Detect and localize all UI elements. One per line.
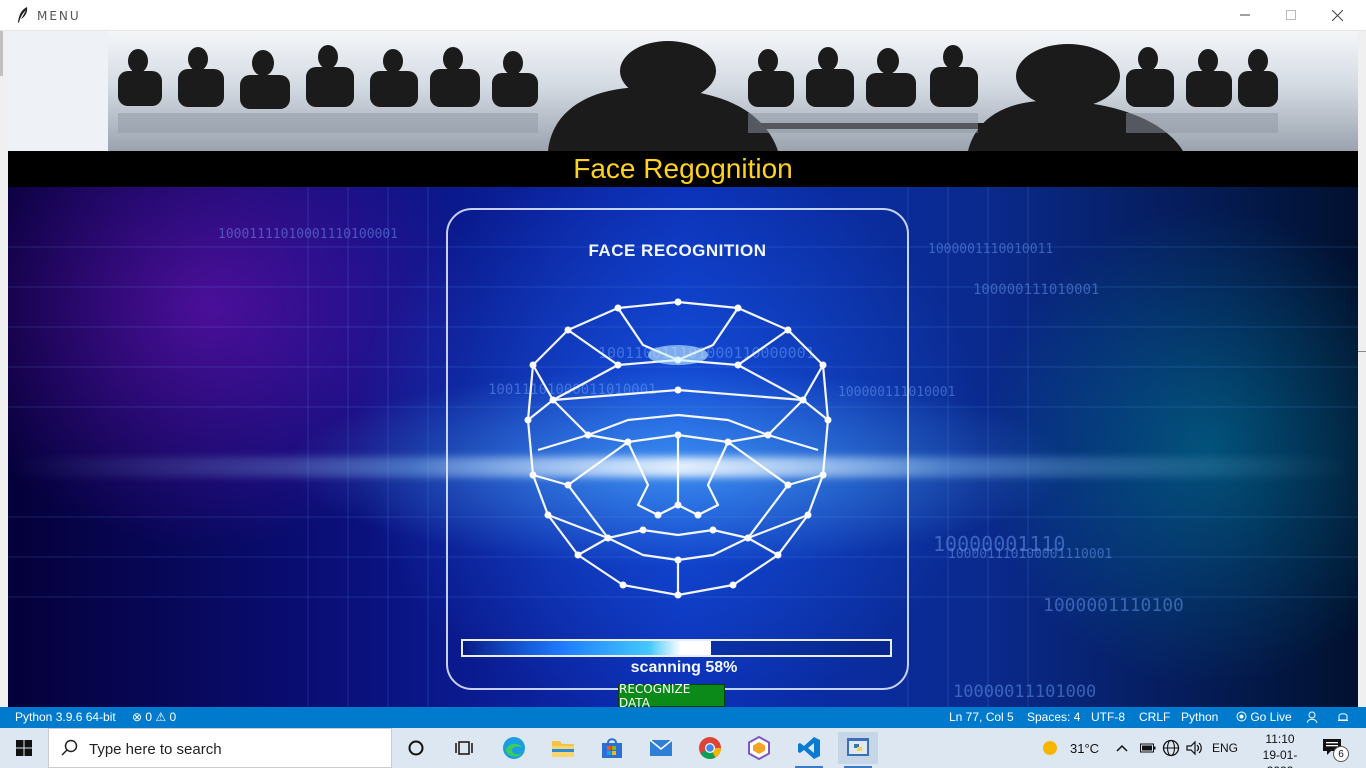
window-titlebar[interactable]: MENU	[0, 0, 1366, 31]
face-scan-background: 10001111010001110100001 1000001110010011…	[8, 187, 1358, 707]
weather-sun-icon	[1043, 741, 1057, 755]
chrome-icon[interactable]	[690, 732, 730, 764]
clock-time: 11:10	[1265, 732, 1295, 746]
weather-temperature: 31°C	[1070, 740, 1100, 756]
cursor-position[interactable]: Ln 77, Col 5	[949, 710, 1014, 724]
accounts-icon[interactable]	[1306, 711, 1320, 726]
minimize-button[interactable]	[1222, 0, 1268, 30]
file-explorer-icon[interactable]	[543, 732, 583, 764]
go-live-label: Go Live	[1250, 710, 1292, 724]
business-people-banner-image	[8, 31, 1358, 151]
search-icon	[61, 739, 78, 756]
language-mode[interactable]: Python	[1181, 710, 1218, 724]
weather-widget[interactable]: 31°C	[1040, 728, 1099, 768]
right-border	[1358, 31, 1366, 707]
panel-title: FACE RECOGNITION	[588, 241, 767, 260]
search-placeholder: Type here to search	[89, 741, 222, 758]
store-icon[interactable]	[592, 732, 632, 764]
binary-text: 10000011101000	[953, 682, 1097, 702]
maximize-icon	[1286, 10, 1296, 20]
taskbar-search-box[interactable]: Type here to search	[48, 728, 392, 768]
windows-taskbar: Type here to search 31°C ENG 11:10 19-01…	[0, 728, 1366, 768]
editor-statusbar: Python 3.9.6 64-bit ⊗ 0 ⚠ 0 Ln 77, Col 5…	[0, 707, 1366, 728]
edge-icon[interactable]	[494, 732, 534, 764]
mail-icon[interactable]	[641, 732, 681, 764]
scan-progress-bar	[461, 639, 892, 657]
show-hidden-icons-button[interactable]	[1116, 728, 1128, 768]
notifications-bell-icon[interactable]	[1337, 711, 1349, 726]
window-title: MENU	[37, 9, 81, 23]
chevron-up-icon	[1116, 744, 1128, 752]
binary-text: 1000001110100	[1043, 595, 1184, 616]
screen: MENU Face Regognition 100011110100011101…	[0, 0, 1366, 768]
app-window-content: Face Regognition 10001111010001110100001…	[0, 31, 1366, 707]
binary-text: 1000001110010011	[928, 242, 1054, 257]
problems-indicator[interactable]: ⊗ 0 ⚠ 0	[132, 710, 176, 724]
feather-icon	[18, 7, 28, 23]
battery-icon[interactable]	[1140, 728, 1156, 768]
scan-progress-fill	[463, 641, 711, 655]
face-scan-panel: FACE RECOGNITION	[446, 208, 909, 690]
binary-text: 10000001110	[933, 532, 1066, 556]
task-view-icon[interactable]	[444, 732, 484, 764]
binary-text: 10001111010001110100001	[218, 227, 399, 242]
recognize-data-button[interactable]: RECOGNIZE DATA	[618, 682, 725, 707]
app-hexagon-icon[interactable]	[739, 732, 779, 764]
windows-logo-icon	[16, 740, 32, 756]
file-encoding[interactable]: UTF-8	[1091, 710, 1125, 724]
line-ending[interactable]: CRLF	[1139, 710, 1170, 724]
minimize-icon	[1240, 14, 1250, 16]
silhouette-crowd-graphic	[8, 31, 1278, 151]
python-idle-icon[interactable]	[838, 732, 878, 768]
vscode-icon[interactable]	[789, 732, 829, 768]
clock-date: 19-01-2022	[1262, 748, 1298, 768]
broadcast-icon	[1236, 711, 1247, 722]
python-interpreter[interactable]: Python 3.9.6 64-bit	[15, 710, 116, 724]
input-language-indicator[interactable]: ENG	[1212, 728, 1238, 768]
binary-text: 100000111010001	[973, 282, 1100, 298]
indentation-setting[interactable]: Spaces: 4	[1027, 710, 1080, 724]
go-live-button[interactable]: Go Live	[1236, 710, 1292, 724]
close-button[interactable]	[1314, 0, 1360, 30]
face-mesh-icon	[524, 298, 832, 599]
scan-status-text: scanning 58%	[630, 659, 738, 676]
maximize-button[interactable]	[1268, 0, 1314, 30]
close-icon	[1331, 9, 1343, 21]
volume-icon[interactable]	[1186, 728, 1204, 768]
left-border	[0, 31, 8, 707]
notification-count-badge: 6	[1333, 746, 1349, 762]
page-heading: Face Regognition	[573, 153, 793, 184]
taskbar-clock[interactable]: 11:10 19-01-2022	[1250, 731, 1310, 768]
start-button[interactable]	[0, 728, 48, 768]
network-globe-icon[interactable]	[1162, 728, 1180, 768]
action-center-button[interactable]: 6	[1322, 728, 1349, 768]
cortana-icon[interactable]	[396, 732, 436, 764]
